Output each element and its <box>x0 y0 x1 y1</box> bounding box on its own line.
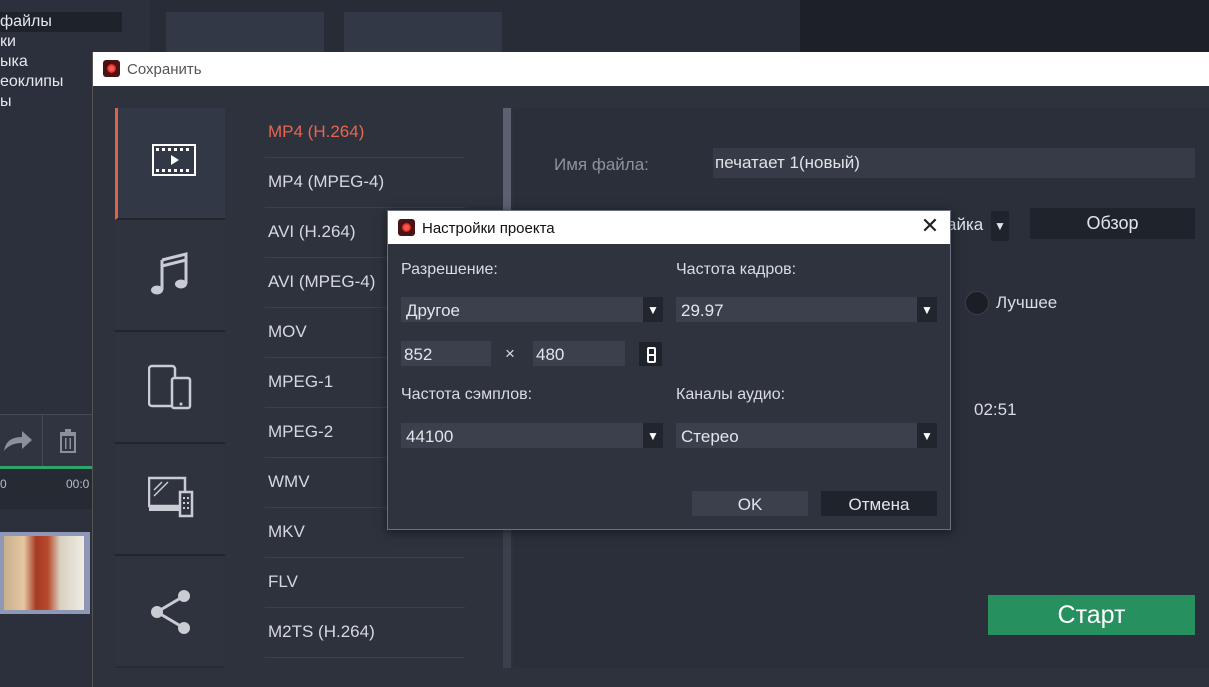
timeline-tick: 00:0 <box>66 477 90 491</box>
chevron-down-icon: ▼ <box>643 297 663 322</box>
share-icon <box>151 590 190 634</box>
timeline-tick: 0 <box>0 477 7 491</box>
samplerate-label: Частота сэмплов: <box>401 386 533 403</box>
category-share[interactable] <box>115 556 225 666</box>
duration-value: 02:51 <box>974 400 1017 419</box>
channels-select[interactable]: Стерео ▼ <box>676 423 937 448</box>
dialog-titlebar[interactable]: Настройки проекта ✕ <box>388 211 950 244</box>
clip-thumbnail <box>4 536 84 610</box>
resolution-label: Разрешение: <box>401 261 498 278</box>
channels-label: Каналы аудио: <box>676 386 786 403</box>
chevron-down-icon: ▼ <box>643 423 663 448</box>
filename-field[interactable]: печатает 1(новый) <box>713 148 1195 178</box>
timeline-ruler: 0 00:0 <box>0 469 92 509</box>
toolbar-divider <box>42 415 43 467</box>
resolution-select-value: Другое <box>406 301 461 320</box>
music-icon <box>151 252 188 295</box>
category-devices[interactable] <box>115 332 225 444</box>
browse-button[interactable]: Обзор <box>1030 208 1195 239</box>
link-aspect-icon[interactable] <box>639 342 662 366</box>
category-column <box>115 108 225 668</box>
tv-icon <box>148 476 194 518</box>
samplerate-select-value: 44100 <box>406 427 454 446</box>
format-item[interactable]: M2TS (H.264) <box>265 608 465 658</box>
category-tv[interactable] <box>115 444 225 556</box>
background-media-tile[interactable] <box>344 12 502 56</box>
app-logo-icon <box>398 219 415 236</box>
cancel-button[interactable]: Отмена <box>821 491 937 516</box>
category-audio[interactable] <box>115 220 225 332</box>
channels-select-value: Стерео <box>681 427 739 446</box>
format-item[interactable]: MP4 (H.264) <box>265 108 465 158</box>
redo-icon[interactable] <box>2 427 34 455</box>
times-sign: × <box>505 344 515 363</box>
devices-icon <box>148 364 192 410</box>
background-media-tile[interactable] <box>166 12 324 56</box>
format-item[interactable]: FLV <box>265 558 465 608</box>
list-item[interactable]: ки <box>0 32 122 52</box>
app-logo-icon <box>103 60 120 77</box>
height-field[interactable]: 480 <box>533 341 625 366</box>
quality-best-radio[interactable] <box>965 291 989 315</box>
trash-icon[interactable] <box>58 429 78 453</box>
category-video[interactable] <box>115 108 225 220</box>
chevron-down-icon: ▼ <box>991 211 1009 241</box>
project-settings-dialog: Настройки проекта ✕ Разрешение: Другое ▼… <box>387 210 951 530</box>
list-item[interactable]: файлы <box>0 12 122 32</box>
framerate-label: Частота кадров: <box>676 261 797 278</box>
quality-best-label: Лучшее <box>996 293 1058 312</box>
background-toolbar <box>0 414 92 467</box>
close-icon[interactable]: ✕ <box>918 215 942 239</box>
format-item[interactable]: MP4 (MPEG-4) <box>265 158 465 208</box>
filename-label: Имя файла: <box>554 155 649 174</box>
save-window-title: Сохранить <box>127 61 202 78</box>
folder-select-value: айка <box>947 215 984 234</box>
background-preview <box>800 0 1209 54</box>
resolution-select[interactable]: Другое ▼ <box>401 297 663 322</box>
video-icon <box>152 144 196 176</box>
chevron-down-icon: ▼ <box>917 423 937 448</box>
width-field[interactable]: 852 <box>401 341 491 366</box>
save-window-titlebar[interactable]: Сохранить <box>93 52 1209 86</box>
dialog-title: Настройки проекта <box>422 220 555 237</box>
ok-button[interactable]: OK <box>692 491 808 516</box>
samplerate-select[interactable]: 44100 ▼ <box>401 423 663 448</box>
timeline-clip[interactable] <box>0 532 90 614</box>
start-button[interactable]: Старт <box>988 595 1195 635</box>
framerate-select-value: 29.97 <box>681 301 724 320</box>
chevron-down-icon: ▼ <box>917 297 937 322</box>
framerate-select[interactable]: 29.97 ▼ <box>676 297 937 322</box>
